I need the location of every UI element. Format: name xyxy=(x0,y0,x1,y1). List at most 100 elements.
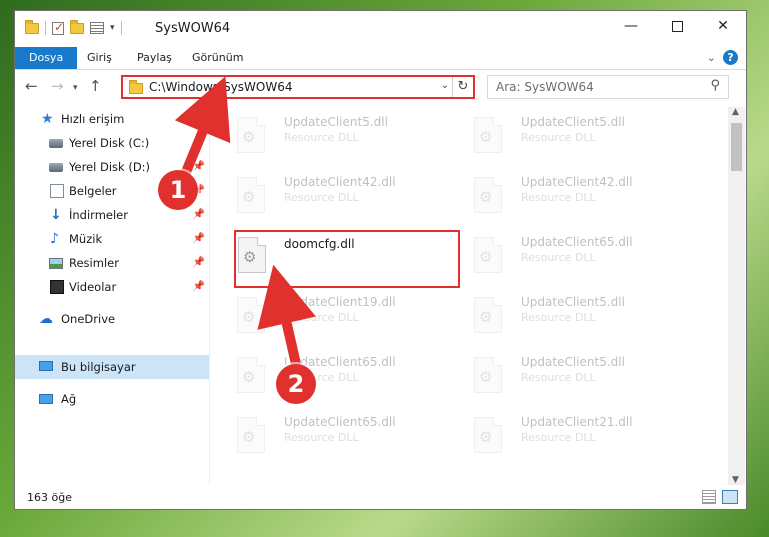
file-list: ⚙ UpdateClient5.dll Resource DLL ⚙ Updat… xyxy=(211,107,725,485)
file-name: UpdateClient19.dll xyxy=(284,295,396,309)
properties-check-icon[interactable] xyxy=(52,20,64,35)
network-icon xyxy=(39,394,53,404)
pin-icon: 📌 xyxy=(192,161,205,172)
sidebar-item-local-disk-c[interactable]: Yerel Disk (C:) 📌 xyxy=(15,131,209,155)
recent-locations-chevron-icon[interactable]: ▾ xyxy=(73,83,78,93)
tab-view[interactable]: Görünüm xyxy=(180,47,255,69)
sidebar-item-label: Yerel Disk (C:) xyxy=(69,136,150,150)
refresh-icon[interactable]: ↻ xyxy=(452,77,473,97)
file-name: UpdateClient42.dll xyxy=(284,175,396,189)
file-item[interactable]: ⚙ UpdateClient5.dll Resource DLL xyxy=(448,289,678,343)
pane-divider[interactable] xyxy=(209,107,210,485)
step-1-badge: 1 xyxy=(158,170,198,210)
window-title: SysWOW64 xyxy=(155,21,231,36)
gear-icon: ⚙ xyxy=(242,308,256,326)
back-arrow-icon[interactable]: ← xyxy=(25,77,38,95)
gear-icon: ⚙ xyxy=(242,128,256,146)
file-item[interactable]: ⚙ UpdateClient21.dll Resource DLL xyxy=(448,409,678,463)
close-icon: ✕ xyxy=(717,18,729,34)
maximize-icon xyxy=(671,20,683,32)
sidebar-item-label: Ağ xyxy=(61,392,77,406)
file-description: Resource DLL xyxy=(521,131,596,144)
file-description: Resource DLL xyxy=(521,311,596,324)
vertical-scrollbar[interactable]: ▲ ▼ xyxy=(728,107,745,485)
file-name: UpdateClient5.dll xyxy=(521,295,625,309)
ribbon-tabs: Dosya Giriş Paylaş Görünüm ⌄ ? xyxy=(15,47,746,70)
scroll-up-icon[interactable]: ▲ xyxy=(732,107,739,117)
close-button[interactable]: ✕ xyxy=(700,11,746,41)
title-bar: ▾ SysWOW64 — ✕ xyxy=(15,11,746,47)
pin-icon: 📌 xyxy=(192,281,205,292)
folder-icon xyxy=(25,19,39,34)
dll-file-icon: ⚙ xyxy=(237,357,265,393)
toolbar-separator xyxy=(45,21,46,35)
details-view-icon[interactable] xyxy=(702,490,716,504)
file-item[interactable]: ⚙ UpdateClient65.dll Resource DLL xyxy=(448,229,678,283)
new-folder-icon[interactable] xyxy=(70,19,84,34)
sidebar-item-network[interactable]: Ağ xyxy=(15,387,209,411)
search-input[interactable]: Ara: SysWOW64 ⚲ xyxy=(487,75,729,99)
forward-arrow-icon[interactable]: → xyxy=(51,77,64,95)
file-item[interactable]: ⚙ UpdateClient65.dll Resource DLL xyxy=(211,409,441,463)
up-arrow-icon[interactable]: ↑ xyxy=(89,77,102,95)
file-name: UpdateClient21.dll xyxy=(521,415,633,429)
file-item[interactable]: ⚙ UpdateClient42.dll Resource DLL xyxy=(448,169,678,223)
gear-icon: ⚙ xyxy=(479,128,493,146)
dll-file-icon: ⚙ xyxy=(474,357,502,393)
minimize-icon: — xyxy=(624,18,638,34)
minimize-button[interactable]: — xyxy=(608,11,654,41)
folder-icon xyxy=(129,80,143,94)
file-item[interactable]: ⚙ UpdateClient5.dll Resource DLL xyxy=(211,109,441,163)
search-icon[interactable]: ⚲ xyxy=(710,78,720,93)
sidebar-item-label: Yerel Disk (D:) xyxy=(69,160,151,174)
gear-icon: ⚙ xyxy=(242,368,256,386)
sidebar-item-quick-access[interactable]: ★ Hızlı erişim xyxy=(15,107,209,131)
tab-share[interactable]: Paylaş xyxy=(125,47,184,69)
address-path[interactable]: C:\Windows\SysWOW64 xyxy=(149,80,293,94)
file-name: UpdateClient65.dll xyxy=(521,235,633,249)
file-item[interactable]: ⚙ UpdateClient5.dll Resource DLL xyxy=(448,109,678,163)
file-description: Resource DLL xyxy=(521,371,596,384)
gear-icon: ⚙ xyxy=(479,188,493,206)
sidebar-item-onedrive[interactable]: ☁ OneDrive xyxy=(15,307,209,331)
file-description: Resource DLL xyxy=(521,191,596,204)
sidebar-item-label: OneDrive xyxy=(61,312,116,326)
drive-icon xyxy=(49,163,63,172)
large-icons-view-icon[interactable] xyxy=(722,490,738,504)
customize-dropdown-icon[interactable]: ▾ xyxy=(110,23,115,33)
download-icon: ↓ xyxy=(50,207,62,223)
file-item[interactable]: ⚙ UpdateClient5.dll Resource DLL xyxy=(448,349,678,403)
dll-file-icon: ⚙ xyxy=(474,297,502,333)
file-description: Resource DLL xyxy=(284,311,359,324)
dll-file-icon: ⚙ xyxy=(474,417,502,453)
expand-ribbon-chevron-icon[interactable]: ⌄ xyxy=(707,51,716,64)
view-icon[interactable] xyxy=(90,22,104,34)
dll-file-icon: ⚙ xyxy=(237,297,265,333)
file-item[interactable]: ⚙ UpdateClient19.dll Resource DLL xyxy=(211,289,441,343)
sidebar-item-music[interactable]: ♪ Müzik 📌 xyxy=(15,227,209,251)
scroll-down-icon[interactable]: ▼ xyxy=(732,475,739,485)
dll-file-icon: ⚙ xyxy=(237,117,265,153)
status-bar: 163 öğe xyxy=(15,487,746,509)
sidebar-item-this-pc[interactable]: Bu bilgisayar xyxy=(15,355,209,379)
dll-file-icon: ⚙ xyxy=(474,177,502,213)
address-dropdown-icon[interactable]: ⌄ xyxy=(441,80,449,91)
maximize-button[interactable] xyxy=(654,11,700,41)
item-count: 163 öğe xyxy=(27,491,72,504)
gear-icon: ⚙ xyxy=(242,428,256,446)
sidebar-item-videos[interactable]: Videolar 📌 xyxy=(15,275,209,299)
scroll-thumb[interactable] xyxy=(731,123,742,171)
tab-file[interactable]: Dosya xyxy=(15,47,78,69)
file-item[interactable]: ⚙ UpdateClient42.dll Resource DLL xyxy=(211,169,441,223)
file-name: UpdateClient42.dll xyxy=(521,175,633,189)
sidebar-item-pictures[interactable]: Resimler 📌 xyxy=(15,251,209,275)
address-bar[interactable]: C:\Windows\SysWOW64 ⌄ ↻ xyxy=(121,75,475,99)
music-icon: ♪ xyxy=(50,231,59,247)
pin-icon: 📌 xyxy=(192,137,205,148)
pin-icon: 📌 xyxy=(192,233,205,244)
help-icon[interactable]: ? xyxy=(723,50,738,65)
toolbar-separator xyxy=(120,21,122,35)
tab-home[interactable]: Giriş xyxy=(75,47,124,69)
file-item[interactable]: ⚙ UpdateClient65.dll Resource DLL xyxy=(211,349,441,403)
quick-access-toolbar: ▾ xyxy=(25,19,122,35)
